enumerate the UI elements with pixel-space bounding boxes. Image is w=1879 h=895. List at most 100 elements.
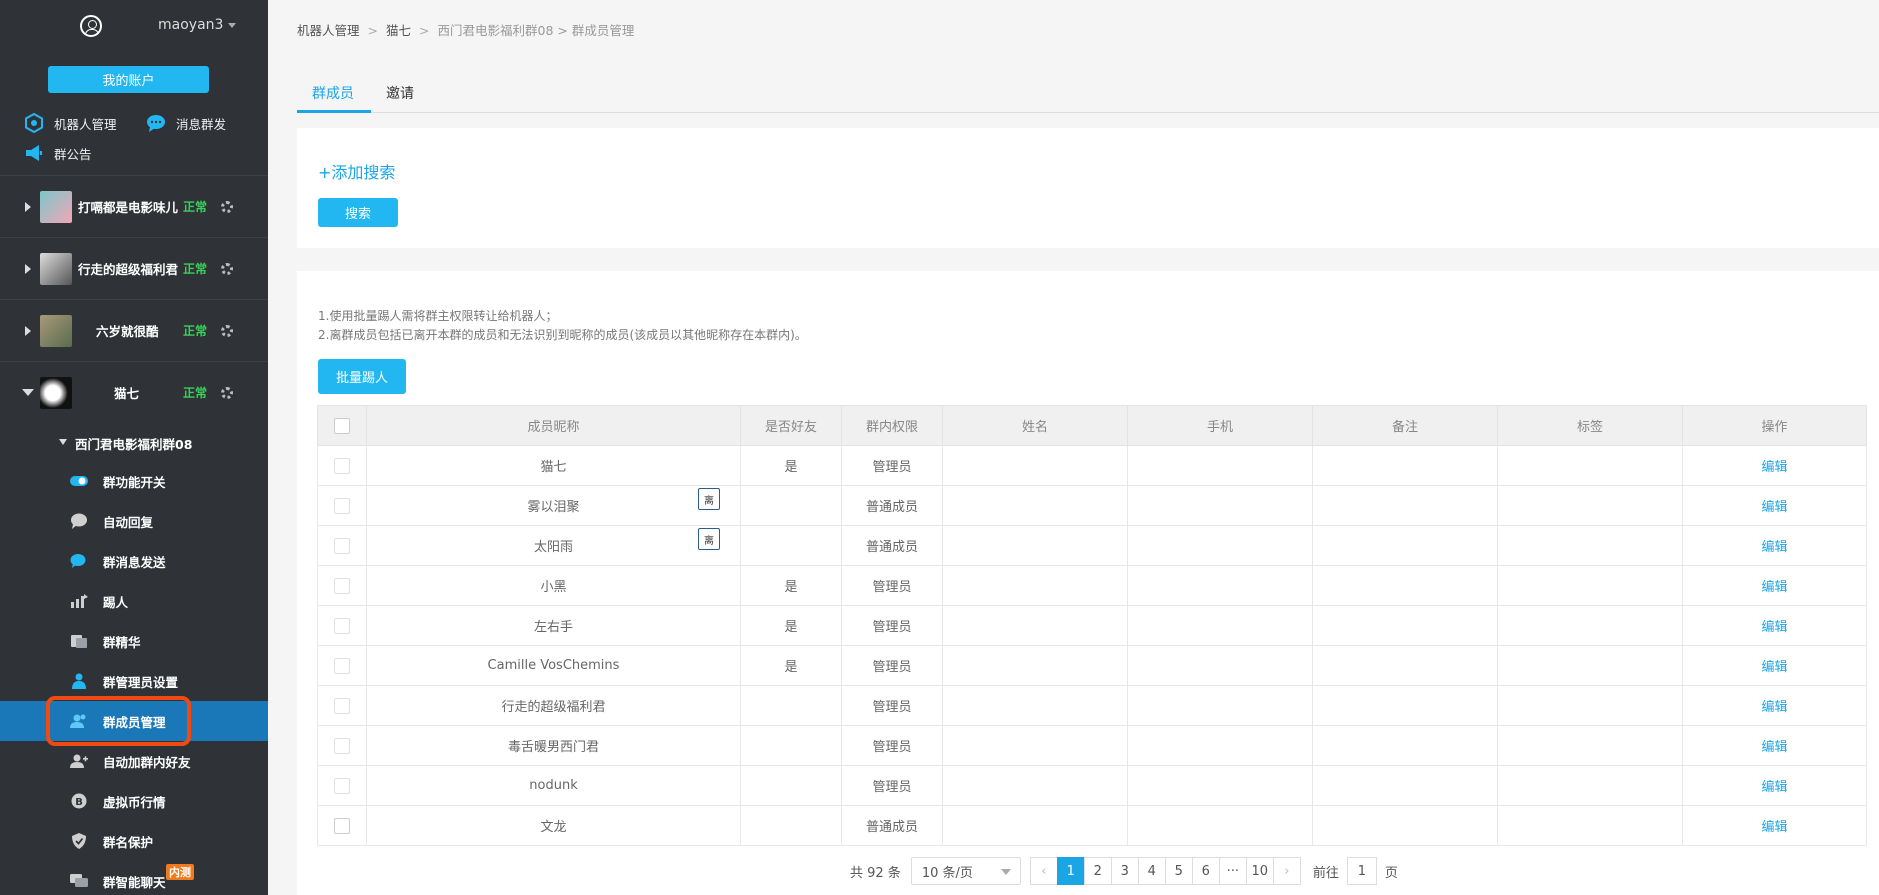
page-number-button[interactable]: 4	[1137, 857, 1166, 885]
chevron-down-icon[interactable]	[22, 389, 34, 396]
note-line: 2.离群成员包括已离开本群的成员和无法识别到昵称的成员(该成员以其他昵称存在本群…	[318, 328, 807, 342]
bot-row[interactable]: 打嗝都是电影味儿 正常	[0, 175, 268, 237]
chevron-right-icon[interactable]	[25, 263, 31, 274]
friend-cell	[740, 685, 842, 726]
user-avatar-icon[interactable]	[80, 15, 102, 37]
menu-item-auto-add-friend[interactable]: 自动加群内好友	[0, 741, 268, 781]
gear-icon[interactable]	[221, 200, 233, 213]
bot-row[interactable]: 猫七 正常	[0, 361, 268, 423]
table-row: 行走的超级福利君 管理员 编辑	[317, 685, 1867, 726]
gear-icon[interactable]	[221, 324, 233, 337]
menu-item-label: 群消息发送	[103, 554, 166, 570]
row-checkbox[interactable]	[334, 497, 350, 514]
menu-item-admin-settings[interactable]: 群管理员设置	[0, 661, 268, 701]
page-number-button[interactable]: 5	[1164, 857, 1193, 885]
row-select-cell	[317, 445, 367, 486]
row-select-cell	[317, 725, 367, 766]
quick-link-announcement[interactable]: 群公告	[24, 143, 92, 163]
row-checkbox[interactable]	[334, 617, 350, 634]
page-number-button[interactable]: 2	[1083, 857, 1112, 885]
gear-icon[interactable]	[221, 386, 233, 399]
tag-cell	[1497, 765, 1683, 806]
column-header: 操作	[1682, 405, 1867, 446]
role-cell: 普通成员	[841, 485, 943, 526]
menu-item-name-protect[interactable]: 群名保护	[0, 821, 268, 861]
chevron-right-icon[interactable]	[25, 325, 31, 336]
edit-link[interactable]: 编辑	[1761, 660, 1787, 675]
robot-icon	[25, 113, 43, 133]
message-send-icon	[70, 554, 86, 568]
edit-link[interactable]: 编辑	[1761, 740, 1787, 755]
menu-item-crypto[interactable]: B 虚拟币行情	[0, 781, 268, 821]
menu-item-auto-reply[interactable]: 自动回复	[0, 501, 268, 541]
my-account-button[interactable]: 我的账户	[48, 66, 209, 93]
edit-link[interactable]: 编辑	[1761, 580, 1787, 595]
phone-cell	[1127, 485, 1313, 526]
chevron-down-icon	[228, 22, 237, 28]
quick-link-robot-manage[interactable]: 机器人管理	[24, 113, 117, 133]
tab-invite[interactable]: 邀请	[386, 83, 414, 103]
page-number-button[interactable]: 6	[1191, 857, 1220, 885]
table-row: Camille VosChemins 是管理员 编辑	[317, 645, 1867, 686]
row-select-cell	[317, 605, 367, 646]
row-checkbox[interactable]	[334, 817, 350, 834]
menu-item-group-message[interactable]: 群消息发送	[0, 541, 268, 581]
row-checkbox[interactable]	[334, 577, 350, 594]
add-search-link[interactable]: +添加搜索	[318, 159, 395, 183]
edit-link[interactable]: 编辑	[1761, 460, 1787, 475]
edit-link[interactable]: 编辑	[1761, 500, 1787, 515]
menu-item-feature-switch[interactable]: 群功能开关	[0, 461, 268, 501]
page-number-button[interactable]: 1	[1056, 857, 1085, 885]
member-nickname: 左右手	[533, 620, 573, 635]
row-checkbox[interactable]	[334, 457, 350, 474]
remark-cell	[1312, 525, 1498, 566]
edit-link[interactable]: 编辑	[1761, 780, 1787, 795]
tab-members[interactable]: 群成员	[312, 83, 354, 103]
gear-icon[interactable]	[221, 262, 233, 275]
prev-page-button[interactable]: ‹	[1029, 857, 1058, 885]
next-page-button[interactable]: ›	[1272, 857, 1301, 885]
row-checkbox[interactable]	[334, 697, 350, 714]
menu-item-essence[interactable]: 群精华	[0, 621, 268, 661]
page-number-button[interactable]: 10	[1245, 857, 1274, 885]
bot-avatar	[40, 252, 72, 285]
page-size-select[interactable]: 10 条/页	[910, 857, 1021, 885]
chevron-right-icon[interactable]	[25, 201, 31, 212]
goto-page-input[interactable]: 1	[1346, 857, 1377, 885]
page-suffix-label: 页	[1384, 865, 1398, 881]
quick-link-mass-message[interactable]: 消息群发	[146, 113, 226, 133]
quick-link-label: 消息群发	[176, 116, 227, 132]
name-cell	[942, 525, 1128, 566]
nickname-cell: 毒舌暖男西门君	[366, 725, 741, 766]
group-tree-item[interactable]: 西门君电影福利群08	[0, 428, 268, 456]
menu-item-smart-chat[interactable]: 群智能聊天	[0, 861, 268, 895]
breadcrumb-item[interactable]: 机器人管理	[297, 23, 360, 38]
row-checkbox[interactable]	[334, 737, 350, 754]
page-ellipsis[interactable]: ···	[1218, 857, 1247, 885]
username-dropdown[interactable]: maoyan3	[158, 17, 237, 33]
bot-name: 行走的超级福利君	[78, 262, 179, 277]
edit-link[interactable]: 编辑	[1761, 700, 1787, 715]
row-checkbox[interactable]	[334, 777, 350, 794]
bot-avatar	[40, 190, 72, 223]
role-cell: 普通成员	[841, 525, 943, 566]
page-number-button[interactable]: 3	[1110, 857, 1139, 885]
edit-link[interactable]: 编辑	[1761, 820, 1787, 835]
action-cell: 编辑	[1682, 565, 1867, 606]
bot-row[interactable]: 行走的超级福利君 正常	[0, 237, 268, 299]
quick-link-label: 群公告	[54, 146, 92, 162]
batch-kick-button[interactable]: 批量踢人	[318, 359, 406, 394]
breadcrumb-item[interactable]: 猫七	[386, 23, 411, 38]
menu-item-kick[interactable]: 踢人	[0, 581, 268, 621]
row-checkbox[interactable]	[334, 537, 350, 554]
row-checkbox[interactable]	[334, 657, 350, 674]
edit-link[interactable]: 编辑	[1761, 620, 1787, 635]
friend-cell: 是	[740, 445, 842, 486]
edit-link[interactable]: 编辑	[1761, 540, 1787, 555]
friend-cell: 是	[740, 605, 842, 646]
select-all-checkbox[interactable]	[334, 417, 350, 434]
bot-row[interactable]: 六岁就很酷 正常	[0, 299, 268, 361]
bot-avatar	[40, 314, 72, 347]
table-row: 左右手 是管理员 编辑	[317, 605, 1867, 646]
search-button[interactable]: 搜索	[318, 198, 398, 227]
